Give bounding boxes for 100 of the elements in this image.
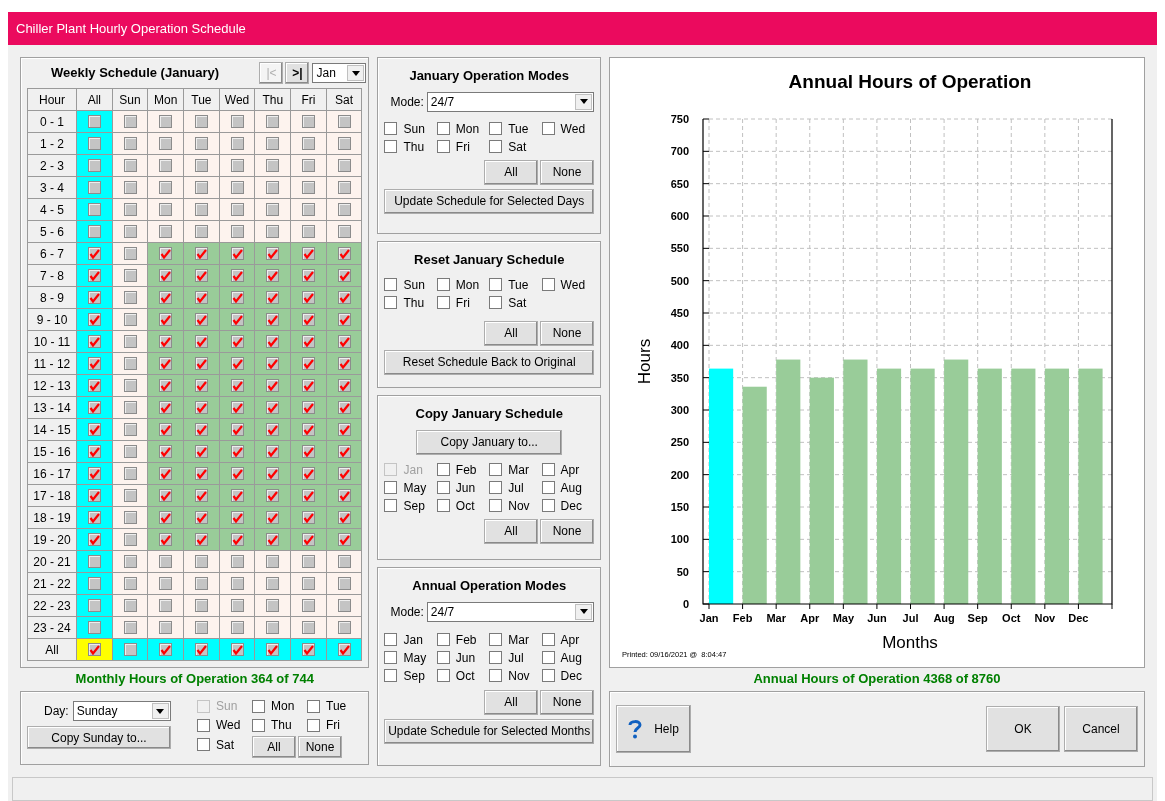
reset-schedule-button[interactable]: Reset Schedule Back to Original (384, 349, 594, 375)
checkbox[interactable] (541, 463, 555, 476)
update-months-button[interactable]: Update Schedule for Selected Months (384, 718, 594, 744)
schedule-checkbox[interactable] (87, 467, 101, 480)
schedule-checkbox[interactable] (87, 313, 101, 326)
schedule-checkbox[interactable] (301, 335, 315, 348)
schedule-checkbox[interactable] (123, 401, 137, 414)
schedule-checkbox[interactable] (87, 335, 101, 348)
schedule-checkbox[interactable] (301, 423, 315, 436)
checkbox[interactable] (541, 669, 555, 682)
schedule-checkbox[interactable] (159, 467, 173, 480)
schedule-checkbox[interactable] (87, 181, 101, 194)
all-button[interactable]: All (484, 518, 538, 544)
schedule-checkbox[interactable] (159, 225, 173, 238)
checkbox[interactable] (384, 499, 398, 512)
schedule-checkbox[interactable] (301, 577, 315, 590)
checkbox[interactable] (197, 738, 210, 752)
schedule-checkbox[interactable] (87, 115, 101, 128)
schedule-checkbox[interactable] (266, 445, 280, 458)
schedule-checkbox[interactable] (159, 203, 173, 216)
schedule-checkbox[interactable] (123, 577, 137, 590)
schedule-checkbox[interactable] (194, 159, 208, 172)
schedule-checkbox[interactable] (230, 181, 244, 194)
schedule-checkbox[interactable] (266, 599, 280, 612)
schedule-checkbox[interactable] (230, 225, 244, 238)
schedule-checkbox[interactable] (230, 401, 244, 414)
schedule-checkbox[interactable] (266, 181, 280, 194)
schedule-checkbox[interactable] (123, 181, 137, 194)
schedule-checkbox[interactable] (123, 357, 137, 370)
schedule-checkbox[interactable] (337, 181, 351, 194)
mode-dropdown[interactable]: 24/7 (426, 601, 594, 622)
schedule-checkbox[interactable] (230, 599, 244, 612)
schedule-checkbox[interactable] (123, 621, 137, 634)
schedule-checkbox[interactable] (230, 467, 244, 480)
schedule-checkbox[interactable] (87, 357, 101, 370)
none-button[interactable]: None (298, 736, 342, 759)
checkbox[interactable] (489, 633, 503, 646)
schedule-checkbox[interactable] (337, 357, 351, 370)
checkbox[interactable] (436, 651, 450, 664)
schedule-checkbox[interactable] (230, 203, 244, 216)
schedule-checkbox[interactable] (123, 291, 137, 304)
schedule-checkbox[interactable] (266, 577, 280, 590)
schedule-checkbox[interactable] (337, 313, 351, 326)
dialog-button[interactable]: Cancel (1064, 706, 1138, 752)
all-button[interactable]: All (484, 689, 538, 715)
schedule-checkbox[interactable] (87, 643, 101, 656)
schedule-checkbox[interactable] (301, 599, 315, 612)
schedule-checkbox[interactable] (301, 203, 315, 216)
schedule-checkbox[interactable] (194, 379, 208, 392)
schedule-checkbox[interactable] (266, 225, 280, 238)
schedule-checkbox[interactable] (301, 115, 315, 128)
schedule-checkbox[interactable] (87, 621, 101, 634)
schedule-checkbox[interactable] (87, 291, 101, 304)
schedule-checkbox[interactable] (337, 423, 351, 436)
schedule-checkbox[interactable] (194, 137, 208, 150)
checkbox[interactable] (541, 122, 555, 135)
schedule-checkbox[interactable] (194, 511, 208, 524)
schedule-checkbox[interactable] (337, 445, 351, 458)
schedule-checkbox[interactable] (194, 599, 208, 612)
schedule-checkbox[interactable] (87, 159, 101, 172)
schedule-checkbox[interactable] (301, 401, 315, 414)
schedule-checkbox[interactable] (301, 269, 315, 282)
schedule-checkbox[interactable] (266, 423, 280, 436)
checkbox[interactable] (436, 481, 450, 494)
schedule-checkbox[interactable] (194, 467, 208, 480)
schedule-checkbox[interactable] (301, 247, 315, 260)
checkbox[interactable] (541, 278, 555, 291)
schedule-checkbox[interactable] (337, 335, 351, 348)
schedule-checkbox[interactable] (337, 159, 351, 172)
checkbox[interactable] (384, 651, 398, 664)
checkbox[interactable] (197, 718, 210, 732)
none-button[interactable]: None (540, 320, 594, 346)
checkbox[interactable] (436, 669, 450, 682)
schedule-checkbox[interactable] (123, 203, 137, 216)
checkbox[interactable] (489, 296, 503, 309)
schedule-checkbox[interactable] (87, 269, 101, 282)
schedule-checkbox[interactable] (194, 577, 208, 590)
schedule-checkbox[interactable] (159, 577, 173, 590)
schedule-checkbox[interactable] (230, 621, 244, 634)
schedule-checkbox[interactable] (123, 511, 137, 524)
schedule-checkbox[interactable] (266, 203, 280, 216)
checkbox[interactable] (489, 278, 503, 291)
checkbox[interactable] (384, 278, 398, 291)
schedule-checkbox[interactable] (301, 467, 315, 480)
checkbox[interactable] (541, 633, 555, 646)
schedule-checkbox[interactable] (123, 379, 137, 392)
schedule-checkbox[interactable] (87, 379, 101, 392)
checkbox[interactable] (436, 122, 450, 135)
schedule-checkbox[interactable] (194, 115, 208, 128)
schedule-checkbox[interactable] (337, 555, 351, 568)
help-button[interactable]: Help (616, 705, 691, 753)
schedule-checkbox[interactable] (337, 137, 351, 150)
schedule-checkbox[interactable] (266, 269, 280, 282)
schedule-checkbox[interactable] (301, 533, 315, 546)
schedule-checkbox[interactable] (123, 115, 137, 128)
checkbox[interactable] (384, 481, 398, 494)
schedule-checkbox[interactable] (337, 401, 351, 414)
schedule-checkbox[interactable] (337, 291, 351, 304)
schedule-checkbox[interactable] (87, 137, 101, 150)
schedule-checkbox[interactable] (301, 643, 315, 656)
